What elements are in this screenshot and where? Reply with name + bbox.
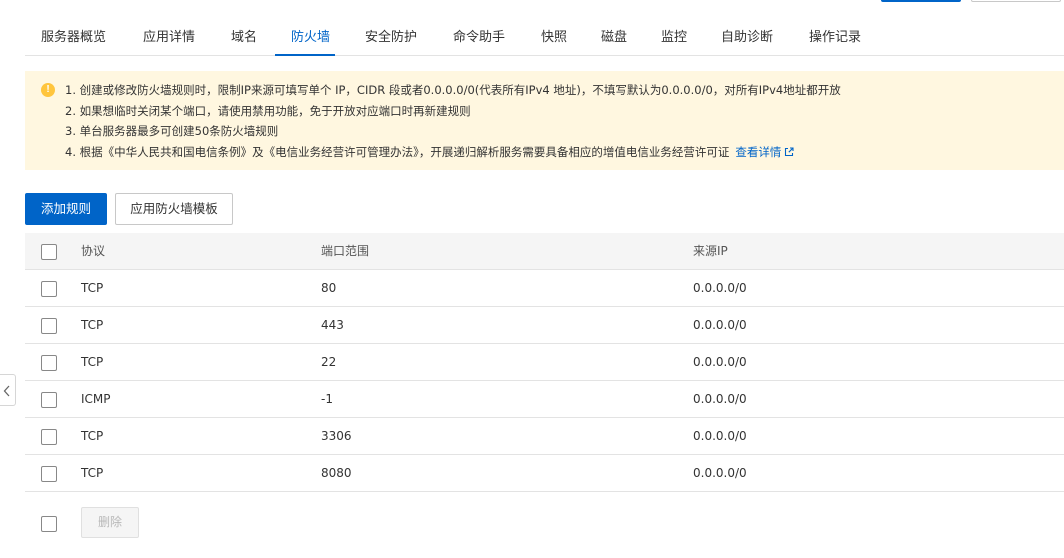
top-secondary-button[interactable] xyxy=(971,0,1061,2)
port-cell: -1 xyxy=(321,392,333,406)
table-header: 协议 端口范围 来源IP xyxy=(25,233,1064,270)
protocol-cell: TCP xyxy=(81,466,104,480)
select-all-checkbox[interactable] xyxy=(41,244,57,260)
footer-select-all-checkbox[interactable] xyxy=(41,516,57,532)
source-ip-cell: 0.0.0.0/0 xyxy=(693,466,747,480)
port-cell: 8080 xyxy=(321,466,352,480)
warning-circle-icon: ! xyxy=(41,83,55,97)
table-row: TCP 22 0.0.0.0/0 xyxy=(25,344,1064,381)
tab-bar: 服务器概览 应用详情 域名 防火墙 安全防护 命令助手 快照 磁盘 监控 自助诊… xyxy=(25,20,1064,56)
header-source-ip: 来源IP xyxy=(693,244,728,258)
header-port-range: 端口范围 xyxy=(321,244,370,258)
source-ip-cell: 0.0.0.0/0 xyxy=(693,429,747,443)
row-checkbox[interactable] xyxy=(41,466,57,482)
protocol-cell: TCP xyxy=(81,355,104,369)
tab-self-diagnosis[interactable]: 自助诊断 xyxy=(721,20,773,56)
port-cell: 443 xyxy=(321,318,344,332)
tab-app-details[interactable]: 应用详情 xyxy=(143,20,195,56)
table-row: TCP 443 0.0.0.0/0 xyxy=(25,307,1064,344)
notice-line: 1. 创建或修改防火墙规则时，限制IP来源可填写单个 IP，CIDR 段或者0.… xyxy=(65,83,841,97)
protocol-cell: TCP xyxy=(81,318,104,332)
protocol-cell: ICMP xyxy=(81,392,111,406)
firewall-rules-table: 协议 端口范围 来源IP TCP 80 0.0.0.0/0 TCP 443 0.… xyxy=(25,233,1064,492)
table-row: TCP 8080 0.0.0.0/0 xyxy=(25,455,1064,492)
active-tab-indicator xyxy=(275,54,335,56)
delete-button[interactable]: 删除 xyxy=(81,507,139,538)
add-rule-button[interactable]: 添加规则 xyxy=(25,193,107,225)
source-ip-cell: 0.0.0.0/0 xyxy=(693,355,747,369)
tab-security-protection[interactable]: 安全防护 xyxy=(365,20,417,56)
notice-line: 3. 单台服务器最多可创建50条防火墙规则 xyxy=(65,124,279,138)
port-cell: 22 xyxy=(321,355,337,369)
tab-disk[interactable]: 磁盘 xyxy=(601,20,627,56)
notice-line-4: 4. 根据《中华人民共和国电信条例》及《电信业务经营许可管理办法》，开展递归解析… xyxy=(65,144,794,160)
tab-firewall[interactable]: 防火墙 xyxy=(291,20,330,56)
port-cell: 3306 xyxy=(321,429,352,443)
protocol-cell: TCP xyxy=(81,281,104,295)
source-ip-cell: 0.0.0.0/0 xyxy=(693,392,747,406)
table-row: TCP 3306 0.0.0.0/0 xyxy=(25,418,1064,455)
firewall-notice: ! 1. 创建或修改防火墙规则时，限制IP来源可填写单个 IP，CIDR 段或者… xyxy=(25,71,1064,170)
tab-command-assistant[interactable]: 命令助手 xyxy=(453,20,505,56)
sidebar-collapse-handle[interactable] xyxy=(0,374,16,406)
row-checkbox[interactable] xyxy=(41,318,57,334)
view-details-label: 查看详情 xyxy=(735,145,782,159)
tab-monitor[interactable]: 监控 xyxy=(661,20,687,56)
header-protocol: 协议 xyxy=(81,244,106,258)
view-details-link[interactable]: 查看详情 xyxy=(735,145,794,159)
row-checkbox[interactable] xyxy=(41,355,57,371)
tab-snapshot[interactable]: 快照 xyxy=(541,20,567,56)
tab-server-overview[interactable]: 服务器概览 xyxy=(41,20,106,56)
tab-domain[interactable]: 域名 xyxy=(231,20,257,56)
port-cell: 80 xyxy=(321,281,337,295)
row-checkbox[interactable] xyxy=(41,281,57,297)
source-ip-cell: 0.0.0.0/0 xyxy=(693,281,747,295)
chevron-left-icon xyxy=(3,385,10,397)
table-row: ICMP -1 0.0.0.0/0 xyxy=(25,381,1064,418)
apply-firewall-template-button[interactable]: 应用防火墙模板 xyxy=(115,193,233,225)
tab-operation-log[interactable]: 操作记录 xyxy=(809,20,861,56)
notice-line-text: 4. 根据《中华人民共和国电信条例》及《电信业务经营许可管理办法》，开展递归解析… xyxy=(65,145,730,159)
row-checkbox[interactable] xyxy=(41,429,57,445)
table-row: TCP 80 0.0.0.0/0 xyxy=(25,270,1064,307)
top-primary-button[interactable] xyxy=(881,0,961,2)
source-ip-cell: 0.0.0.0/0 xyxy=(693,318,747,332)
row-checkbox[interactable] xyxy=(41,392,57,408)
external-link-icon xyxy=(785,147,794,157)
protocol-cell: TCP xyxy=(81,429,104,443)
notice-line: 2. 如果想临时关闭某个端口，请使用禁用功能，免于开放对应端口时再新建规则 xyxy=(65,104,471,118)
